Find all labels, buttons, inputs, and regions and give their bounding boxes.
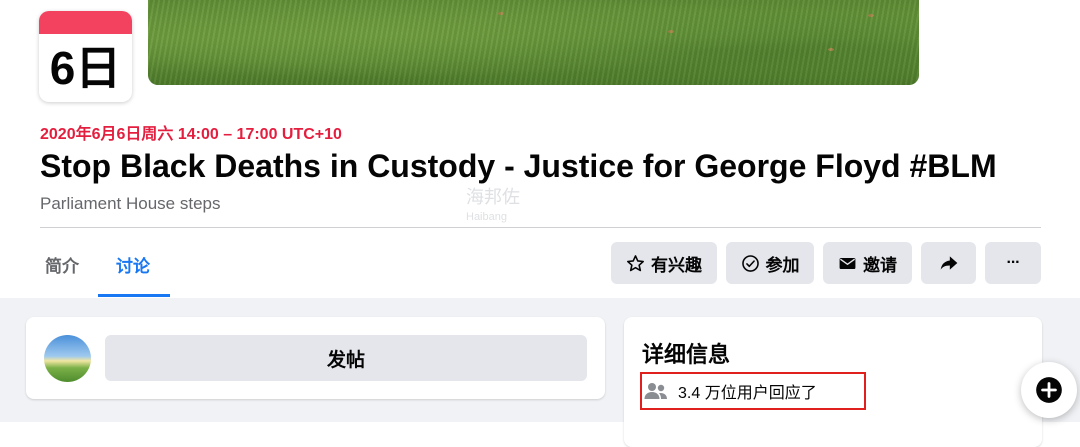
calendar-day: 6日 bbox=[49, 42, 122, 94]
watermark-line2: Haibang bbox=[466, 211, 507, 223]
people-icon bbox=[644, 383, 667, 399]
tab-discussion[interactable]: 讨论 bbox=[116, 252, 150, 277]
watermark-line1: 海邦佐 bbox=[466, 187, 520, 207]
share-button[interactable] bbox=[921, 242, 976, 284]
more-button[interactable]: ··· bbox=[985, 242, 1041, 284]
going-button[interactable]: 参加 bbox=[726, 242, 814, 284]
details-card: 详细信息 3.4 万位用户回应了 bbox=[624, 317, 1042, 447]
envelope-icon bbox=[839, 257, 856, 269]
event-datetime: 2020年6月6日周六 14:00 – 17:00 UTC+10 bbox=[40, 126, 342, 143]
event-title: Stop Black Deaths in Custody - Justice f… bbox=[40, 148, 997, 184]
event-location[interactable]: Parliament House steps bbox=[40, 194, 220, 214]
responses-row[interactable]: 3.4 万位用户回应了 bbox=[640, 372, 866, 410]
share-arrow-icon bbox=[940, 256, 957, 270]
star-icon bbox=[627, 254, 644, 271]
calendar-badge: 6日 bbox=[39, 11, 132, 102]
post-button[interactable]: 发帖 bbox=[105, 335, 587, 381]
event-cover-photo bbox=[148, 0, 919, 85]
active-tab-indicator bbox=[98, 294, 170, 297]
leaf-detail bbox=[828, 48, 834, 51]
invite-label: 邀请 bbox=[863, 255, 897, 275]
interested-button[interactable]: 有兴趣 bbox=[611, 242, 717, 284]
more-dots-icon: ··· bbox=[1006, 254, 1021, 271]
header-divider bbox=[40, 227, 1041, 228]
tab-about[interactable]: 简介 bbox=[45, 252, 79, 277]
invite-button[interactable]: 邀请 bbox=[823, 242, 912, 284]
plus-circle-icon bbox=[1036, 377, 1062, 403]
details-title: 详细信息 bbox=[642, 342, 731, 367]
going-label: 参加 bbox=[765, 255, 800, 275]
watermark: 海邦佐 Haibang bbox=[466, 188, 520, 226]
calendar-badge-header bbox=[39, 11, 132, 34]
composer-card: 发帖 bbox=[26, 317, 605, 399]
leaf-detail bbox=[868, 14, 874, 17]
leaf-detail bbox=[668, 30, 674, 33]
check-circle-icon bbox=[741, 254, 759, 272]
interested-label: 有兴趣 bbox=[651, 255, 702, 275]
responses-count: 3.4 万位用户回应了 bbox=[678, 385, 817, 402]
leaf-detail bbox=[498, 12, 504, 15]
avatar[interactable] bbox=[44, 335, 91, 382]
new-message-fab[interactable] bbox=[1021, 362, 1077, 418]
